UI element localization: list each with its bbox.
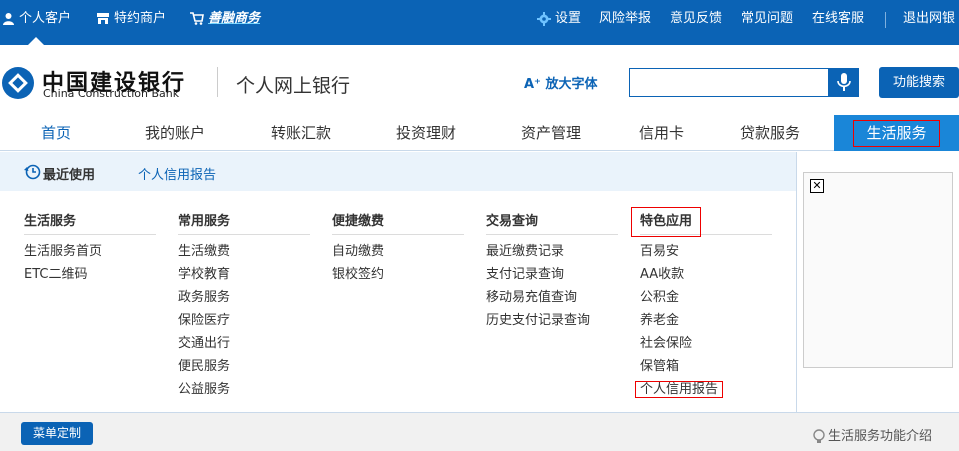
enlarge-font-button[interactable]: A⁺ 放大字体 bbox=[524, 73, 597, 92]
function-search-button[interactable]: 功能搜索 bbox=[879, 67, 959, 98]
settings-link[interactable]: 设置 bbox=[537, 0, 581, 38]
menu-link[interactable]: 社会保险 bbox=[640, 332, 772, 355]
menu-link[interactable]: 学校教育 bbox=[178, 263, 310, 286]
nav-loan[interactable]: 贷款服务 bbox=[725, 115, 815, 151]
menu-link[interactable]: 银校签约 bbox=[332, 263, 464, 286]
menu-link[interactable]: 保管箱 bbox=[640, 355, 772, 378]
logout-link[interactable]: 退出网银 bbox=[903, 0, 955, 38]
close-icon[interactable]: ✕ bbox=[810, 179, 824, 193]
right-panel: ✕ bbox=[796, 152, 959, 412]
menu-link[interactable]: 支付记录查询 bbox=[486, 263, 618, 286]
menu-link[interactable]: 生活服务首页 bbox=[24, 240, 156, 263]
menu-link[interactable]: 百易安 bbox=[640, 240, 772, 263]
voice-search-button[interactable] bbox=[829, 68, 859, 97]
menu-link[interactable]: 公积金 bbox=[640, 286, 772, 309]
life-service-intro-link[interactable]: 生活服务功能介绍 bbox=[812, 425, 932, 445]
nav-life-service[interactable]: 生活服务 bbox=[834, 115, 959, 151]
bank-name-en: China Construction Bank bbox=[43, 87, 180, 100]
user-icon bbox=[3, 13, 14, 25]
top-bar: 个人客户 特约商户 善融商务 设置 风险举报 意见反馈 常见问题 在线客服 退出… bbox=[0, 0, 959, 45]
column-life-service: 生活服务 生活服务首页 ETC二维码 bbox=[24, 205, 156, 286]
header-divider bbox=[217, 67, 218, 97]
topbar-divider bbox=[885, 12, 886, 28]
lightbulb-icon bbox=[813, 428, 825, 443]
active-caret bbox=[28, 37, 44, 45]
personal-customer-link[interactable]: 个人客户 bbox=[2, 0, 71, 38]
feedback-link[interactable]: 意见反馈 bbox=[670, 0, 722, 38]
font-plus-icon: A⁺ bbox=[524, 77, 541, 92]
column-title: 生活服务 bbox=[24, 205, 156, 235]
header: 中国建设银行 China Construction Bank 个人网上银行 A⁺… bbox=[0, 45, 959, 115]
menu-link[interactable]: 生活缴费 bbox=[178, 240, 310, 263]
faq-link[interactable]: 常见问题 bbox=[741, 0, 793, 38]
cart-icon bbox=[190, 12, 204, 25]
menu-link[interactable]: 最近缴费记录 bbox=[486, 240, 618, 263]
column-title: 交易查询 bbox=[486, 205, 618, 235]
recent-title: 最近使用 bbox=[43, 168, 96, 183]
nav-asset-management[interactable]: 资产管理 bbox=[506, 115, 596, 151]
menu-link[interactable]: AA收款 bbox=[640, 263, 772, 286]
column-title: 便捷缴费 bbox=[332, 205, 464, 235]
menu-customize-button[interactable]: 菜单定制 bbox=[21, 422, 93, 445]
nav-my-account[interactable]: 我的账户 bbox=[130, 115, 220, 151]
column-title: 特色应用 bbox=[631, 205, 772, 237]
recent-credit-report-link[interactable]: 个人信用报告 bbox=[138, 164, 216, 183]
menu-link[interactable]: 移动易充值查询 bbox=[486, 286, 618, 309]
menu-link[interactable]: 政务服务 bbox=[178, 286, 310, 309]
column-quick-payment: 便捷缴费 自动缴费 银校签约 bbox=[332, 205, 464, 286]
nav-credit-card[interactable]: 信用卡 bbox=[624, 115, 699, 151]
gear-icon bbox=[537, 11, 551, 26]
nav-home[interactable]: 首页 bbox=[20, 115, 92, 151]
column-title: 常用服务 bbox=[178, 205, 310, 235]
column-featured-apps: 特色应用 百易安 AA收款 公积金 养老金 社会保险 保管箱 个人信用报告 bbox=[631, 205, 772, 401]
search-input[interactable] bbox=[629, 68, 829, 97]
menu-link[interactable]: 自动缴费 bbox=[332, 240, 464, 263]
risk-report-link[interactable]: 风险举报 bbox=[599, 0, 651, 38]
menu-link[interactable]: 交通出行 bbox=[178, 332, 310, 355]
menu-link[interactable]: ETC二维码 bbox=[24, 263, 156, 286]
column-transaction-query: 交易查询 最近缴费记录 支付记录查询 移动易充值查询 历史支付记录查询 bbox=[486, 205, 618, 332]
menu-link[interactable]: 保险医疗 bbox=[178, 309, 310, 332]
main-nav: 首页 我的账户 转账汇款 投资理财 资产管理 信用卡 贷款服务 生活服务 bbox=[0, 115, 959, 151]
bottom-bar: 菜单定制 生活服务功能介绍 bbox=[0, 412, 959, 451]
nav-transfer[interactable]: 转账汇款 bbox=[256, 115, 346, 151]
nav-investment[interactable]: 投资理财 bbox=[381, 115, 471, 151]
column-common-service: 常用服务 生活缴费 学校教育 政务服务 保险医疗 交通出行 便民服务 公益服务 bbox=[178, 205, 310, 401]
online-service-link[interactable]: 在线客服 bbox=[812, 0, 864, 38]
microphone-icon bbox=[837, 73, 851, 91]
menu-link[interactable]: 公益服务 bbox=[178, 378, 310, 401]
ccb-logo-icon bbox=[2, 67, 34, 99]
merchant-link[interactable]: 特约商户 bbox=[96, 0, 166, 38]
credit-report-link[interactable]: 个人信用报告 bbox=[635, 378, 772, 401]
page-title: 个人网上银行 bbox=[236, 75, 351, 97]
recent-bar: 最近使用 个人信用报告 bbox=[0, 152, 796, 191]
menu-link[interactable]: 便民服务 bbox=[178, 355, 310, 378]
history-clock-icon bbox=[24, 164, 41, 180]
ad-box: ✕ bbox=[803, 172, 953, 368]
menu-link[interactable]: 历史支付记录查询 bbox=[486, 309, 618, 332]
menu-link[interactable]: 养老金 bbox=[640, 309, 772, 332]
shop-icon bbox=[97, 13, 109, 24]
shanrong-link[interactable]: 善融商务 bbox=[190, 0, 260, 38]
